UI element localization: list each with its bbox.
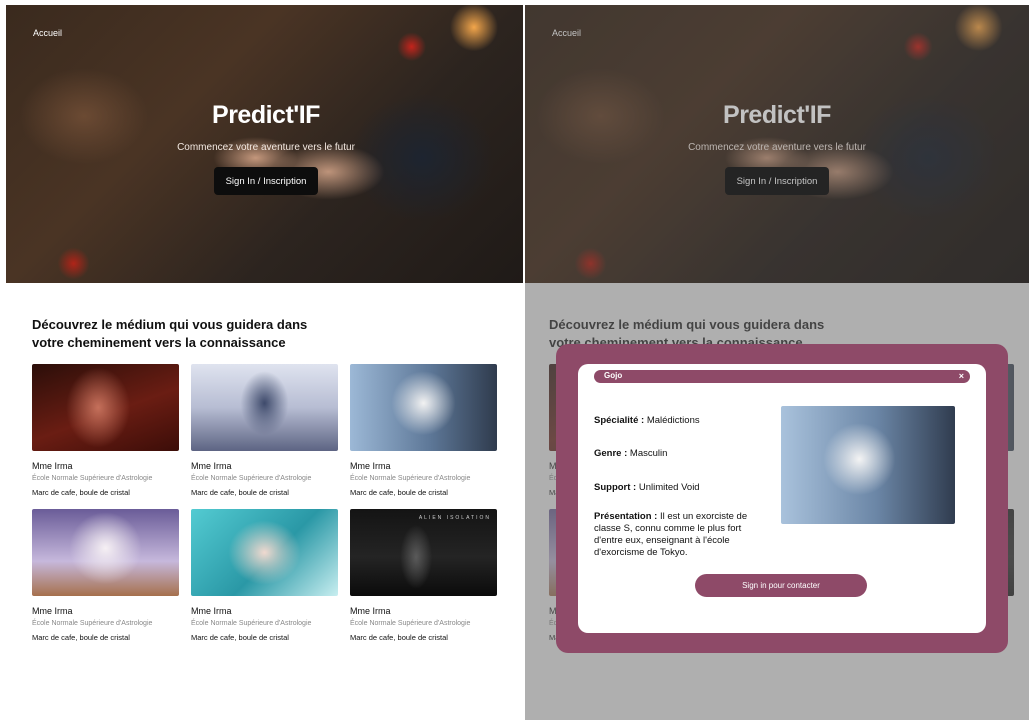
support-value: Unlimited Void (638, 482, 700, 493)
speciality-field: Spécialité : Malédictions (594, 415, 700, 426)
landing-page: Accueil Predict'IF Commencez votre avent… (0, 0, 523, 720)
medium-tools: Marc de cafe, boule de cristal (191, 488, 289, 497)
presentation-field: Présentation : Il est un exorciste de cl… (594, 511, 772, 559)
medium-photo (191, 509, 338, 596)
medium-card[interactable]: Mme Irma École Normale Supérieure d'Astr… (191, 364, 338, 504)
hero-title: Predict'IF (212, 101, 320, 129)
medium-name: Mme Irma (191, 461, 232, 471)
image-caption: ALIEN ISOLATION (418, 515, 491, 521)
hero-subtitle: Commencez votre aventure vers le futur (177, 142, 355, 153)
speciality-label: Spécialité : (594, 415, 645, 426)
medium-card[interactable]: Mme Irma École Normale Supérieure d'Astr… (191, 509, 338, 649)
signin-button[interactable]: Sign In / Inscription (214, 167, 318, 195)
medium-tools: Marc de cafe, boule de cristal (32, 488, 130, 497)
medium-detail-modal: Gojo × Spécialité : Malédictions Genre :… (578, 364, 986, 633)
support-field: Support : Unlimited Void (594, 482, 700, 493)
medium-name: Mme Irma (32, 606, 73, 616)
medium-card[interactable]: Mme Irma École Normale Supérieure d'Astr… (32, 509, 179, 649)
medium-tools: Marc de cafe, boule de cristal (350, 488, 448, 497)
section-title: Découvrez le médium qui vous guidera dan… (32, 317, 308, 350)
medium-school: École Normale Supérieure d'Astrologie (350, 475, 471, 482)
presentation-label: Présentation : (594, 511, 658, 522)
modal-header: Gojo × (594, 370, 970, 383)
medium-school: École Normale Supérieure d'Astrologie (32, 620, 153, 627)
medium-name: Mme Irma (191, 606, 232, 616)
medium-card[interactable]: ALIEN ISOLATION Mme Irma École Normale S… (350, 509, 497, 649)
hero-dim-overlay (525, 5, 1029, 283)
medium-tools: Marc de cafe, boule de cristal (32, 633, 130, 642)
nav-home-link[interactable]: Accueil (33, 28, 62, 38)
medium-photo: ALIEN ISOLATION (350, 509, 497, 596)
modal-title: Gojo (604, 371, 623, 380)
medium-tools: Marc de cafe, boule de cristal (350, 633, 448, 642)
medium-tools: Marc de cafe, boule de cristal (191, 633, 289, 642)
landing-page-modal-state: Accueil Predict'IF Commencez votre avent… (525, 0, 1029, 720)
medium-name: Mme Irma (350, 606, 391, 616)
medium-photo (191, 364, 338, 451)
medium-photo-large (781, 406, 955, 524)
medium-school: École Normale Supérieure d'Astrologie (350, 620, 471, 627)
medium-card[interactable]: Mme Irma École Normale Supérieure d'Astr… (350, 364, 497, 504)
medium-photo (32, 509, 179, 596)
gender-label: Genre : (594, 448, 628, 459)
medium-school: École Normale Supérieure d'Astrologie (191, 475, 312, 482)
gender-value: Masculin (629, 448, 668, 459)
medium-school: École Normale Supérieure d'Astrologie (32, 475, 153, 482)
medium-card[interactable]: Mme Irma École Normale Supérieure d'Astr… (32, 364, 179, 504)
hero-banner: Accueil Predict'IF Commencez votre avent… (6, 5, 523, 283)
speciality-value: Malédictions (646, 415, 700, 426)
medium-photo (350, 364, 497, 451)
medium-name: Mme Irma (32, 461, 73, 471)
medium-name: Mme Irma (350, 461, 391, 471)
contact-button[interactable]: Sign in pour contacter (695, 574, 867, 597)
medium-photo (32, 364, 179, 451)
support-label: Support : (594, 482, 637, 493)
medium-school: École Normale Supérieure d'Astrologie (191, 620, 312, 627)
gender-field: Genre : Masculin (594, 448, 667, 459)
close-icon[interactable]: × (959, 370, 964, 383)
